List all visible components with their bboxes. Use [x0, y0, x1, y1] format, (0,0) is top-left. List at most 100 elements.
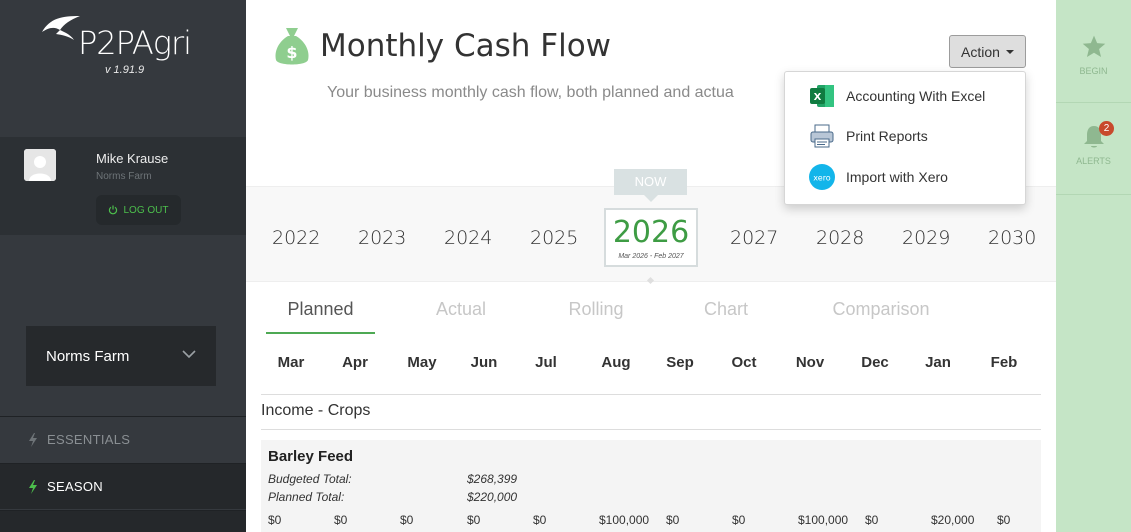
power-icon: [109, 205, 118, 215]
month-label: Jun: [470, 354, 498, 371]
month-value: $0: [732, 513, 746, 527]
month-label: Dec: [861, 354, 889, 371]
sidebar-item-more[interactable]: [0, 510, 246, 532]
page-subtitle: Your business monthly cash flow, both pl…: [327, 84, 734, 101]
month-label: Oct: [731, 354, 757, 371]
logo-text: P2PAgri: [78, 24, 192, 62]
page-title: Monthly Cash Flow: [320, 28, 612, 64]
action-dropdown-menu: X Accounting With Excel Print Reports xe…: [784, 71, 1026, 205]
rail-begin-button[interactable]: BEGIN: [1056, 12, 1131, 103]
money-bag-icon: $: [275, 28, 309, 65]
svg-text:X: X: [814, 92, 822, 103]
user-farm: Norms Farm: [96, 171, 152, 182]
rail-alerts-button[interactable]: 2 ALERTS: [1056, 104, 1131, 195]
month-value: $100,000: [599, 513, 650, 527]
planned-value: $220,000: [467, 490, 518, 504]
year-2024[interactable]: 2024: [444, 227, 492, 249]
month-label: Jan: [925, 354, 951, 371]
month-label: Apr: [342, 354, 368, 371]
excel-icon: X: [810, 85, 834, 107]
year-2029[interactable]: 2029: [902, 227, 950, 249]
bolt-icon: [29, 479, 37, 494]
current-year-number: 2026: [612, 215, 690, 250]
divider: [261, 429, 1041, 430]
tab-actual[interactable]: Actual: [406, 290, 516, 334]
year-2030[interactable]: 2030: [988, 227, 1036, 249]
menu-item-print-reports[interactable]: Print Reports: [785, 118, 1025, 154]
user-block: Mike Krause Norms Farm LOG OUT: [0, 137, 246, 235]
chevron-down-icon: [182, 350, 196, 359]
app-logo[interactable]: P2PAgri v 1.91.9: [40, 14, 210, 78]
month-label: May: [407, 354, 437, 371]
budgeted-label: Budgeted Total:: [268, 472, 352, 486]
caret-down-icon: [1005, 49, 1014, 54]
tab-rolling[interactable]: Rolling: [541, 290, 651, 334]
right-rail: BEGIN 2 ALERTS: [1056, 0, 1131, 532]
sidebar-item-label: SEASON: [47, 479, 103, 494]
year-2022[interactable]: 2022: [272, 227, 320, 249]
rail-alerts-label: ALERTS: [1076, 156, 1111, 166]
tab-comparison[interactable]: Comparison: [816, 290, 946, 334]
logout-label: LOG OUT: [123, 204, 169, 216]
star-icon: [1082, 35, 1105, 57]
bird-logo-icon: [42, 16, 80, 40]
month-label: Aug: [601, 354, 631, 371]
farm-selector[interactable]: Norms Farm: [26, 326, 216, 386]
month-header: Mar Apr May Jun Jul Aug Sep Oct Nov Dec …: [261, 354, 1041, 376]
menu-item-label: Accounting With Excel: [846, 88, 986, 104]
year-2023[interactable]: 2023: [358, 227, 406, 249]
month-label: Feb: [990, 354, 1018, 371]
year-indicator: [646, 276, 655, 285]
bolt-icon: [29, 432, 37, 447]
month-value: $0: [268, 513, 282, 527]
user-name: Mike Krause: [96, 151, 169, 166]
current-year[interactable]: 2026 Mar 2026 - Feb 2027: [604, 208, 698, 267]
action-button[interactable]: Action: [949, 35, 1026, 68]
month-value: $0: [467, 513, 481, 527]
printer-icon: [810, 124, 834, 148]
now-pointer: [644, 195, 658, 202]
logout-button[interactable]: LOG OUT: [96, 195, 181, 225]
user-placeholder-icon: [24, 149, 56, 181]
month-label: Jul: [535, 354, 557, 371]
view-tabs: Planned Actual Rolling Chart Comparison: [266, 290, 1041, 334]
rail-begin-label: BEGIN: [1079, 66, 1108, 76]
divider: [261, 394, 1041, 395]
avatar[interactable]: [24, 149, 56, 181]
menu-item-label: Import with Xero: [846, 169, 948, 185]
month-value: $0: [865, 513, 879, 527]
month-label: Nov: [795, 354, 825, 371]
year-2028[interactable]: 2028: [816, 227, 864, 249]
alerts-count-badge: 2: [1099, 121, 1114, 136]
menu-item-accounting-excel[interactable]: X Accounting With Excel: [785, 78, 1025, 114]
month-label: Mar: [277, 354, 305, 371]
month-value: $0: [334, 513, 348, 527]
action-button-label: Action: [961, 43, 1000, 60]
year-2027[interactable]: 2027: [730, 227, 778, 249]
now-label: NOW: [614, 169, 687, 195]
sidebar-item-season[interactable]: SEASON: [0, 463, 246, 509]
month-label: Sep: [666, 354, 694, 371]
month-value: $100,000: [798, 513, 849, 527]
month-value: $0: [400, 513, 414, 527]
menu-item-label: Print Reports: [846, 128, 928, 144]
sidebar-item-label: ESSENTIALS: [47, 432, 131, 447]
tab-planned[interactable]: Planned: [266, 290, 375, 334]
planned-label: Planned Total:: [268, 490, 345, 504]
month-value: $0: [533, 513, 547, 527]
tab-chart[interactable]: Chart: [671, 290, 781, 334]
budgeted-value: $268,399: [467, 472, 518, 486]
sidebar: P2PAgri v 1.91.9 Mike Krause Norms Farm …: [0, 0, 246, 532]
crop-card[interactable]: Barley Feed Budgeted Total: $268,399 Pla…: [261, 440, 1041, 532]
farm-selector-value: Norms Farm: [46, 347, 130, 365]
year-2025[interactable]: 2025: [530, 227, 578, 249]
app-version: v 1.91.9: [105, 64, 145, 76]
month-value: $0: [666, 513, 680, 527]
svg-text:xero: xero: [813, 174, 831, 183]
section-title: Income - Crops: [261, 402, 371, 419]
crop-name: Barley Feed: [268, 448, 354, 465]
sidebar-item-essentials[interactable]: ESSENTIALS: [0, 416, 246, 462]
month-value: $20,000: [931, 513, 975, 527]
menu-item-import-xero[interactable]: xero Import with Xero: [785, 159, 1025, 195]
xero-icon: xero: [809, 164, 835, 190]
